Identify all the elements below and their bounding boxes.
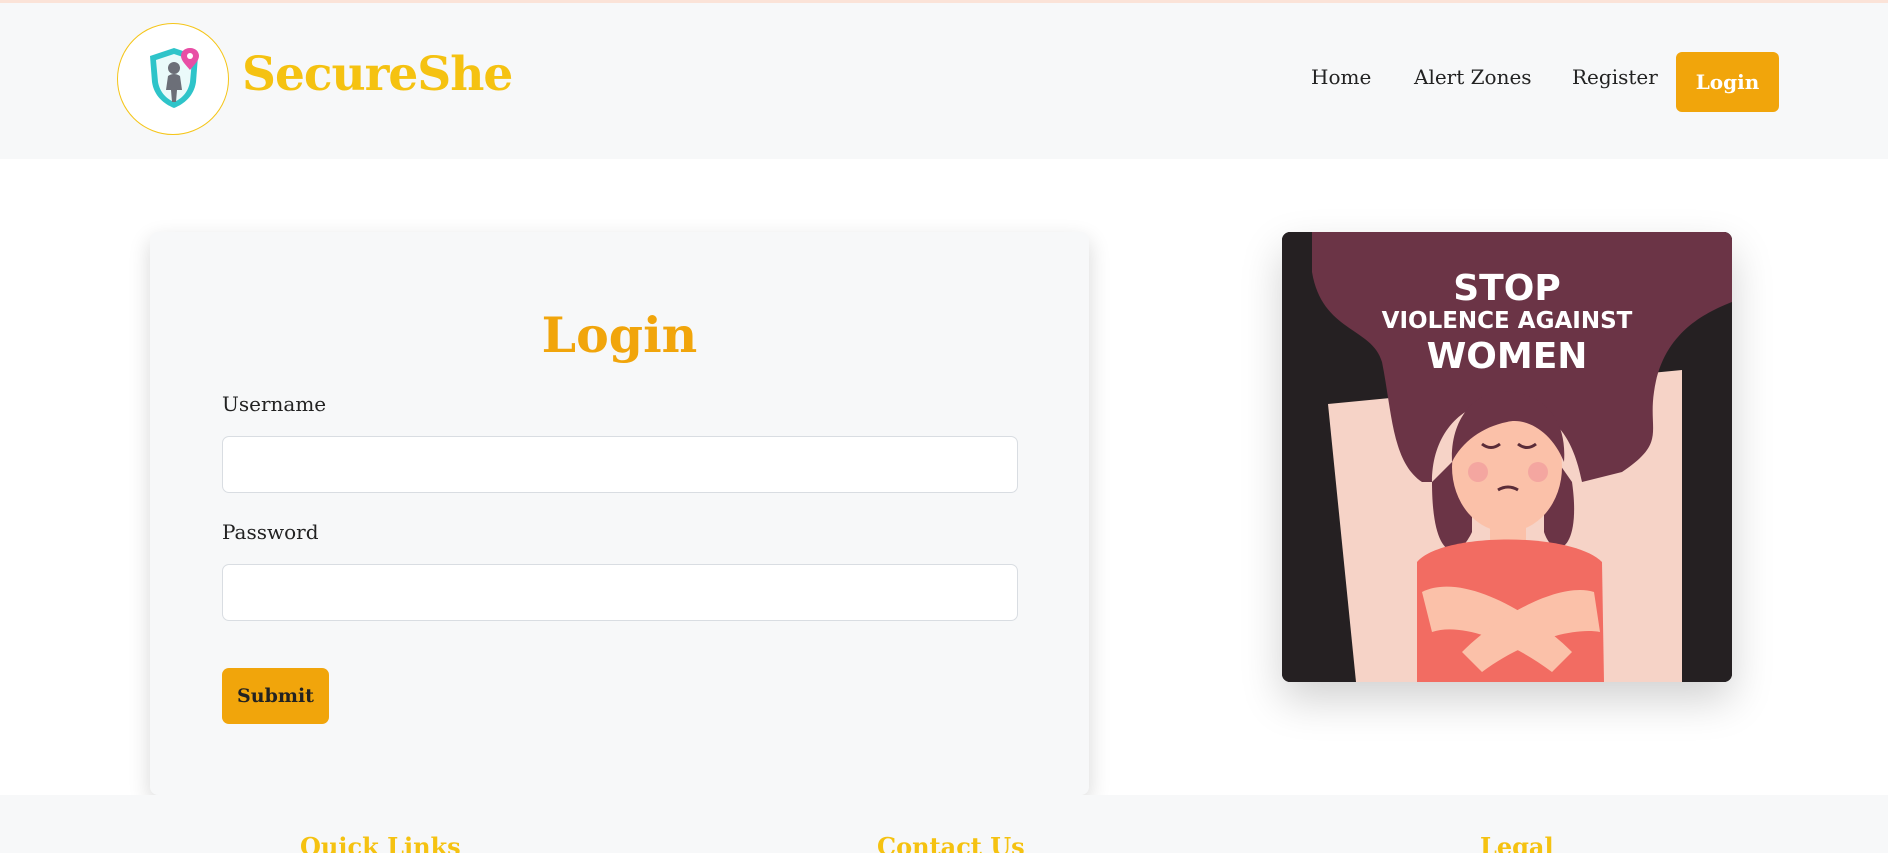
poster-line-women: WOMEN: [1426, 336, 1588, 377]
nav-home[interactable]: Home: [1311, 65, 1371, 89]
footer-legal-heading: Legal: [1480, 832, 1554, 853]
password-input[interactable]: [222, 564, 1018, 621]
username-input[interactable]: [222, 436, 1018, 493]
logo[interactable]: [117, 23, 229, 135]
brand-name[interactable]: SecureShe: [242, 47, 513, 102]
shield-person-location-icon: [150, 48, 199, 108]
nav-register[interactable]: Register: [1572, 65, 1658, 89]
nav-login-button[interactable]: Login: [1676, 52, 1779, 112]
site-footer: Quick Links Contact Us Legal: [0, 795, 1888, 853]
password-label: Password: [222, 520, 319, 544]
footer-quick-links-heading: Quick Links: [300, 832, 461, 853]
footer-contact-heading: Contact Us: [877, 832, 1025, 853]
username-label: Username: [222, 392, 327, 416]
login-card: Login Username Password Submit: [150, 232, 1089, 795]
awareness-poster: STOP VIOLENCE AGAINST WOMEN: [1282, 232, 1732, 682]
poster-line-violence: VIOLENCE AGAINST: [1381, 308, 1633, 334]
nav-alert-zones[interactable]: Alert Zones: [1414, 65, 1532, 89]
site-header: SecureShe Home Alert Zones Register Logi…: [0, 3, 1888, 159]
poster-line-stop: STOP: [1453, 268, 1561, 309]
submit-button[interactable]: Submit: [222, 668, 329, 724]
login-title: Login: [541, 306, 698, 364]
